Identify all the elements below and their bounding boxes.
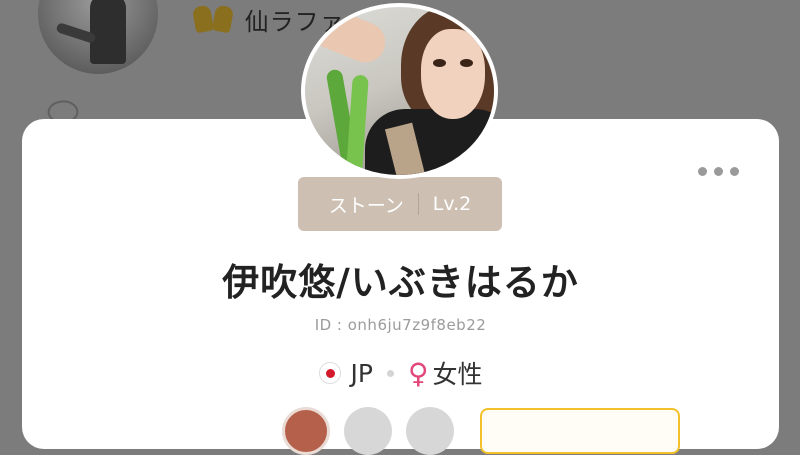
japan-flag-icon — [318, 362, 341, 384]
more-options-button[interactable] — [698, 167, 739, 176]
profile-user-id: ID : onh6ju7z9f8eb22 — [314, 316, 487, 334]
more-dots-icon — [698, 167, 707, 176]
level-label: Lv.2 — [432, 193, 472, 215]
badge-avatar-3[interactable] — [406, 407, 454, 455]
meta-separator — [386, 369, 394, 377]
female-icon: ♀ — [407, 356, 429, 390]
gender-label: 女性 — [432, 360, 483, 389]
profile-display-name: 伊吹悠/いぶきはるか — [222, 261, 579, 304]
rank-divider — [417, 193, 419, 215]
raised-hands-icon — [191, 2, 236, 36]
profile-avatar[interactable] — [301, 3, 498, 179]
background-user-avatar — [38, 0, 158, 74]
profile-meta: JP ♀ 女性 — [22, 355, 779, 391]
badge-avatar-1[interactable] — [282, 407, 330, 455]
rank-label: ストーン — [328, 194, 404, 217]
badge-avatar-2[interactable] — [344, 407, 392, 455]
rank-badge: ストーン Lv.2 — [298, 177, 502, 231]
follow-button[interactable] — [480, 408, 680, 454]
country-label: JP — [350, 358, 373, 388]
